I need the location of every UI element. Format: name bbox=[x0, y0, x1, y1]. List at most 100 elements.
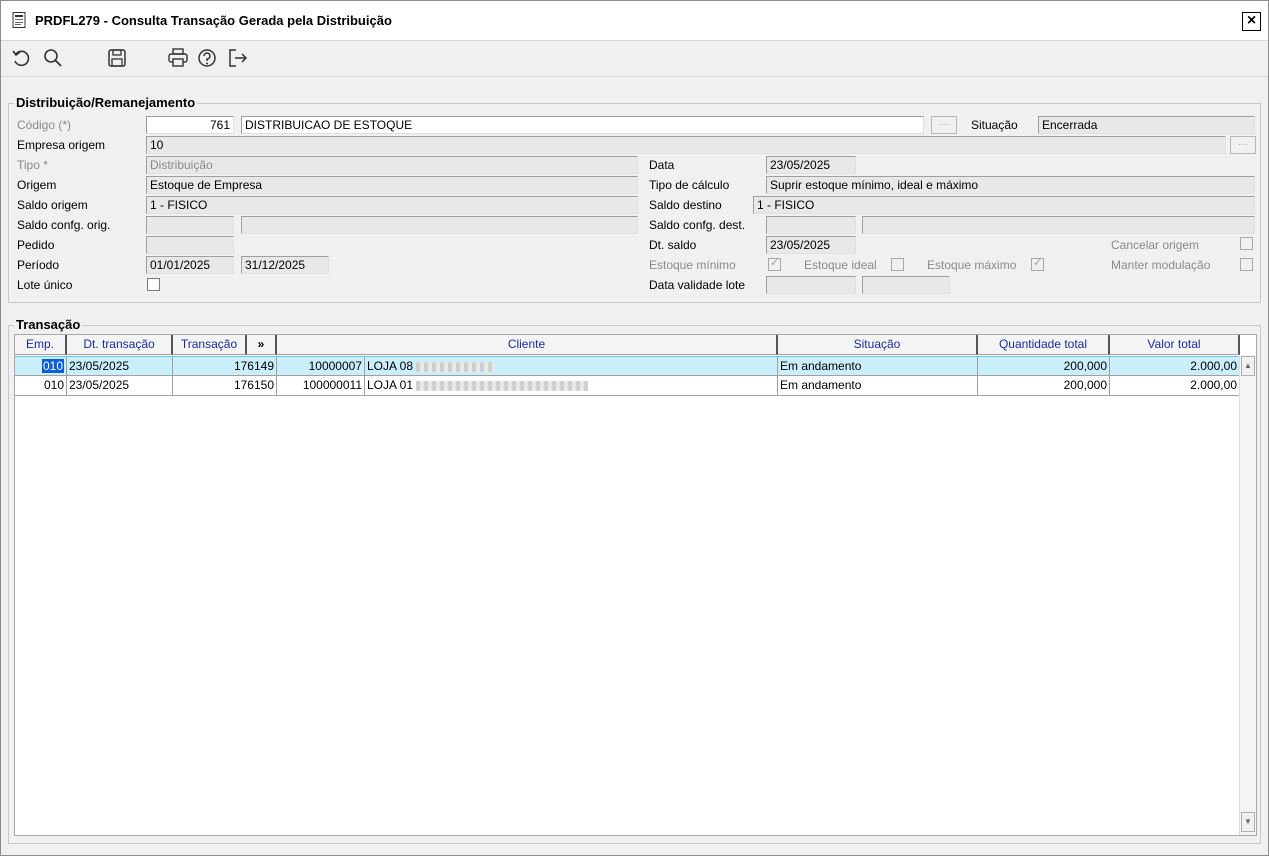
redacted-text bbox=[416, 380, 589, 391]
column-header-emp[interactable]: Emp. bbox=[15, 335, 67, 355]
tipo-calculo-label: Tipo de cálculo bbox=[649, 178, 730, 192]
distribuicao-group-title: Distribuição/Remanejamento bbox=[14, 95, 198, 110]
main-window: PRDFL279 - Consulta Transação Gerada pel… bbox=[0, 0, 1269, 856]
lote-unico-checkbox[interactable] bbox=[147, 278, 160, 291]
data-validade-lote-field-2[interactable] bbox=[862, 276, 950, 294]
pedido-label: Pedido bbox=[17, 238, 55, 252]
cell-cliente-nome[interactable]: LOJA 08 bbox=[365, 356, 778, 376]
column-header-transacao[interactable]: Transação bbox=[173, 335, 247, 355]
dt-saldo-field[interactable]: 23/05/2025 bbox=[766, 236, 856, 254]
saldo-config-dest-description bbox=[862, 216, 1255, 234]
saldo-config-dest-field[interactable] bbox=[766, 216, 856, 234]
manter-modulacao-checkbox[interactable] bbox=[1240, 258, 1253, 271]
cancelar-origem-checkbox[interactable] bbox=[1240, 237, 1253, 250]
origem-field[interactable]: Estoque de Empresa bbox=[146, 176, 638, 194]
codigo-field[interactable]: 761 bbox=[146, 116, 234, 134]
estoque-maximo-label: Estoque máximo bbox=[927, 258, 1017, 272]
saldo-config-orig-field[interactable] bbox=[146, 216, 234, 234]
saldo-config-orig-description bbox=[241, 216, 638, 234]
document-icon bbox=[12, 12, 27, 28]
manter-modulacao-label: Manter modulação bbox=[1111, 258, 1211, 272]
periodo-inicio-field[interactable]: 01/01/2025 bbox=[146, 256, 234, 274]
estoque-minimo-checkbox[interactable]: ✓ bbox=[768, 257, 781, 271]
cancelar-origem-label: Cancelar origem bbox=[1111, 238, 1200, 252]
empresa-origem-label: Empresa origem bbox=[17, 138, 106, 152]
undo-icon[interactable] bbox=[10, 47, 32, 69]
tipo-calculo-field[interactable]: Suprir estoque mínimo, ideal e máximo bbox=[766, 176, 1255, 194]
cell-quantidade[interactable]: 200,000 bbox=[978, 376, 1110, 396]
cell-cliente-codigo[interactable]: 100000011 bbox=[277, 376, 365, 396]
saldo-config-orig-label: Saldo confg. orig. bbox=[17, 218, 111, 232]
saldo-destino-label: Saldo destino bbox=[649, 198, 722, 212]
dt-saldo-label: Dt. saldo bbox=[649, 238, 697, 252]
window-title: PRDFL279 - Consulta Transação Gerada pel… bbox=[35, 13, 392, 28]
help-icon[interactable] bbox=[196, 47, 218, 69]
cell-cliente-nome[interactable]: LOJA 01 bbox=[365, 376, 778, 396]
periodo-label: Período bbox=[17, 258, 60, 272]
column-header-more[interactable]: » bbox=[247, 335, 277, 355]
empresa-origem-field[interactable]: 10 bbox=[146, 136, 1226, 154]
saldo-origem-field[interactable]: 1 - FISICO bbox=[146, 196, 638, 214]
column-header-dt-transacao[interactable]: Dt. transação bbox=[67, 335, 173, 355]
cell-emp-text: 010 bbox=[41, 359, 64, 373]
situacao-field: Encerrada bbox=[1038, 116, 1255, 134]
transacao-grid: Emp. Dt. transação Transação » Cliente S… bbox=[14, 334, 1257, 836]
codigo-description-field[interactable]: DISTRIBUICAO DE ESTOQUE bbox=[241, 116, 924, 134]
check-icon: ✓ bbox=[1033, 257, 1043, 269]
exit-icon[interactable] bbox=[227, 47, 249, 69]
cell-cliente-nome-text: LOJA 01 bbox=[367, 378, 414, 392]
cell-dt[interactable]: 23/05/2025 bbox=[67, 376, 173, 396]
estoque-minimo-label: Estoque mínimo bbox=[649, 258, 736, 272]
data-validade-lote-label: Data validade lote bbox=[649, 278, 746, 292]
cell-emp[interactable]: 010 bbox=[15, 356, 67, 376]
periodo-fim-field[interactable]: 31/12/2025 bbox=[241, 256, 329, 274]
cell-quantidade[interactable]: 200,000 bbox=[978, 356, 1110, 376]
grid-header: Emp. Dt. transação Transação » Cliente S… bbox=[15, 335, 1240, 355]
column-header-quantidade-total[interactable]: Quantidade total bbox=[978, 335, 1110, 355]
saldo-origem-label: Saldo origem bbox=[17, 198, 88, 212]
column-header-situacao[interactable]: Situação bbox=[778, 335, 978, 355]
table-row[interactable]: 010 23/05/2025 176149 10000007 LOJA 08 E… bbox=[15, 356, 1240, 376]
table-row[interactable]: 010 23/05/2025 176150 100000011 LOJA 01 … bbox=[15, 376, 1240, 396]
cell-situacao[interactable]: Em andamento bbox=[778, 376, 978, 396]
save-icon[interactable] bbox=[106, 47, 128, 69]
saldo-destino-field[interactable]: 1 - FISICO bbox=[753, 196, 1255, 214]
estoque-ideal-checkbox[interactable] bbox=[891, 258, 904, 271]
cell-valor[interactable]: 2.000,00 bbox=[1110, 376, 1240, 396]
scroll-up-button[interactable]: ▲ bbox=[1241, 356, 1255, 376]
data-validade-lote-field[interactable] bbox=[766, 276, 856, 294]
cell-valor[interactable]: 2.000,00 bbox=[1110, 356, 1240, 376]
scroll-down-button[interactable]: ▼ bbox=[1241, 812, 1255, 832]
close-button[interactable]: × bbox=[1242, 12, 1261, 31]
column-header-valor-total[interactable]: Valor total bbox=[1110, 335, 1240, 355]
estoque-maximo-checkbox[interactable]: ✓ bbox=[1031, 257, 1044, 271]
situacao-label: Situação bbox=[971, 118, 1018, 132]
cell-transacao[interactable]: 176149 bbox=[173, 356, 277, 376]
estoque-ideal-label: Estoque ideal bbox=[804, 258, 877, 272]
column-header-cliente[interactable]: Cliente bbox=[277, 335, 778, 355]
codigo-label: Código (*) bbox=[17, 118, 72, 132]
empresa-origem-lookup-button[interactable]: ··· bbox=[1230, 136, 1256, 154]
data-field[interactable]: 23/05/2025 bbox=[766, 156, 856, 174]
check-icon: ✓ bbox=[770, 257, 780, 269]
print-icon[interactable] bbox=[167, 47, 189, 69]
toolbar bbox=[1, 41, 1268, 77]
data-label: Data bbox=[649, 158, 675, 172]
grid-vertical-scrollbar[interactable]: ▲ ▼ bbox=[1239, 355, 1256, 835]
cell-dt[interactable]: 23/05/2025 bbox=[67, 356, 173, 376]
tipo-label: Tipo * bbox=[17, 158, 48, 172]
lote-unico-label: Lote único bbox=[17, 278, 73, 292]
saldo-config-dest-label: Saldo confg. dest. bbox=[649, 218, 746, 232]
search-icon[interactable] bbox=[42, 47, 64, 69]
codigo-lookup-button[interactable]: ··· bbox=[931, 116, 957, 134]
cell-emp[interactable]: 010 bbox=[15, 376, 67, 396]
transacao-group-title: Transação bbox=[14, 317, 83, 332]
pedido-field[interactable] bbox=[146, 236, 234, 254]
cell-cliente-codigo[interactable]: 10000007 bbox=[277, 356, 365, 376]
cell-cliente-nome-text: LOJA 08 bbox=[367, 359, 414, 373]
cell-transacao[interactable]: 176150 bbox=[173, 376, 277, 396]
tipo-field: Distribuição bbox=[146, 156, 638, 174]
redacted-text bbox=[416, 361, 495, 372]
cell-situacao[interactable]: Em andamento bbox=[778, 356, 978, 376]
title-bar: PRDFL279 - Consulta Transação Gerada pel… bbox=[1, 1, 1268, 41]
